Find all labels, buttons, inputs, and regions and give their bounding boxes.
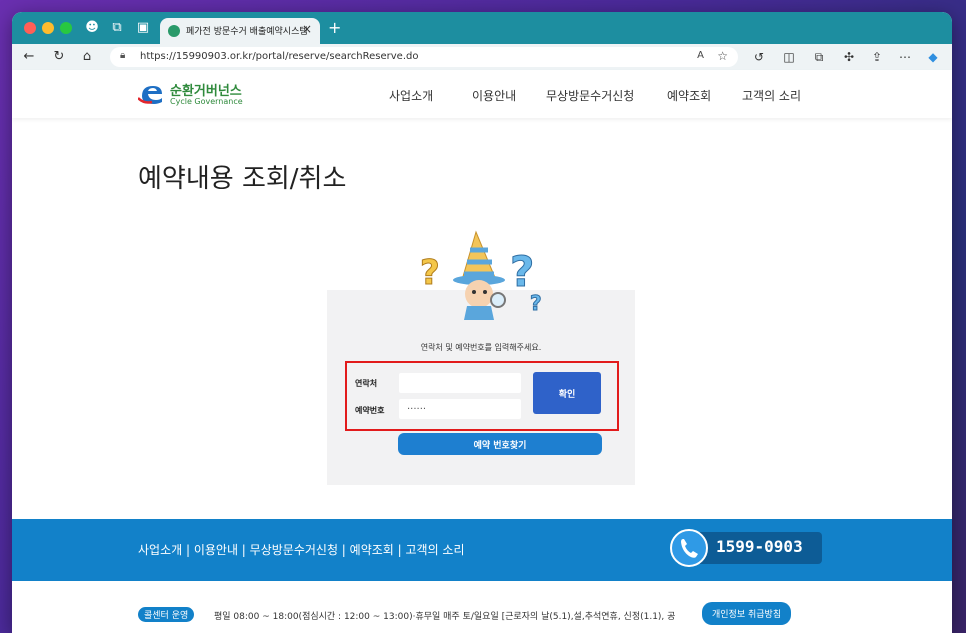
profile-avatar-icon[interactable]: ☻ — [82, 19, 102, 37]
split-screen-icon[interactable]: ◫ — [780, 48, 798, 66]
workspaces-icon[interactable]: ⧉ — [108, 19, 126, 37]
sub-footer: 콜센터 운영 평일 08:00 ~ 18:00(점심시간 : 12:00 ~ 1… — [12, 581, 952, 633]
refresh-page-icon[interactable]: ↺ — [750, 48, 768, 66]
minimize-window-button[interactable] — [42, 22, 54, 34]
tab-bar: ☻ ⧉ ▣ 폐가전 방문수거 배출예약시스템 × + — [12, 12, 952, 44]
browser-window: ☻ ⧉ ▣ 폐가전 방문수거 배출예약시스템 × + ← ↻ ⌂ 🔒︎ http… — [12, 12, 952, 633]
tab-active[interactable]: 폐가전 방문수거 배출예약시스템 × — [160, 18, 320, 44]
site-header: 순환거버넌스 Cycle Governance 사업소개 이용안내 무상방문수거… — [12, 70, 952, 118]
close-window-button[interactable] — [24, 22, 36, 34]
refresh-icon[interactable]: ↻ — [50, 48, 68, 66]
wizard-mascot-icon: ? ? ? — [420, 230, 542, 320]
web-page: 순환거버넌스 Cycle Governance 사업소개 이용안내 무상방문수거… — [12, 70, 952, 633]
phone-label: 연락처 — [355, 379, 378, 388]
read-aloud-icon[interactable]: A — [697, 50, 704, 61]
tab-actions-icon[interactable]: ▣ — [134, 19, 152, 37]
collections-icon[interactable]: ⧉ — [810, 48, 828, 66]
back-icon[interactable]: ← — [20, 48, 38, 66]
tab-close-icon[interactable]: × — [302, 22, 312, 36]
phone-input[interactable] — [399, 373, 521, 393]
address-bar: ← ↻ ⌂ 🔒︎ https://15990903.or.kr/portal/r… — [12, 44, 952, 71]
call-center-phone: 1599-0903 — [670, 529, 822, 567]
svg-text:?: ? — [420, 253, 440, 293]
extensions-icon[interactable]: ✣ — [840, 48, 858, 66]
reservation-number-label: 예약번호 — [355, 406, 385, 415]
zoom-window-button[interactable] — [60, 22, 72, 34]
lookup-form: 연락처 예약번호 확인 — [345, 361, 619, 431]
operating-hours: 평일 08:00 ~ 18:00(점심시간 : 12:00 ~ 13:00)·휴… — [214, 612, 676, 622]
nav-item-reservation-lookup[interactable]: 예약조회 — [667, 87, 711, 104]
phone-icon — [670, 529, 708, 567]
new-tab-button[interactable]: + — [328, 18, 341, 37]
phone-number: 1599-0903 — [716, 537, 803, 556]
privacy-policy-button[interactable]: 개인정보 취급방침 — [702, 602, 792, 625]
url-text: https://15990903.or.kr/portal/reserve/se… — [140, 51, 419, 62]
find-reservation-number-button[interactable]: 예약 번호찾기 — [398, 433, 602, 455]
home-icon[interactable]: ⌂ — [78, 48, 96, 66]
logo-mark-icon — [138, 86, 162, 104]
page-title: 예약내용 조회/취소 — [138, 164, 347, 194]
star-icon[interactable]: ☆ — [717, 49, 728, 63]
tab-title: 폐가전 방문수거 배출예약시스템 — [186, 27, 308, 37]
nav-item-customer-voice[interactable]: 고객의 소리 — [742, 87, 801, 104]
site-footer: 사업소개 | 이용안내 | 무상방문수거신청 | 예약조회 | 고객의 소리 1… — [12, 519, 952, 581]
instruction-text: 연락처 및 예약번호를 입력해주세요. — [420, 343, 542, 352]
svg-text:?: ? — [530, 291, 542, 315]
footer-nav[interactable]: 사업소개 | 이용안내 | 무상방문수거신청 | 예약조회 | 고객의 소리 — [138, 541, 465, 558]
nav-item-pickup-request[interactable]: 무상방문수거신청 — [546, 87, 634, 104]
copilot-icon[interactable]: ◆ — [924, 48, 942, 66]
confirm-button[interactable]: 확인 — [533, 372, 601, 414]
callcenter-badge: 콜센터 운영 — [138, 607, 195, 622]
nav-item-about[interactable]: 사업소개 — [389, 87, 433, 104]
share-icon[interactable]: ⇪ — [868, 48, 886, 66]
more-icon[interactable]: ⋯ — [896, 48, 914, 66]
svg-text:?: ? — [510, 247, 534, 296]
reservation-number-input[interactable] — [399, 399, 521, 419]
nav-item-guide[interactable]: 이용안내 — [472, 87, 516, 104]
url-field[interactable]: 🔒︎ https://15990903.or.kr/portal/reserve… — [110, 47, 738, 67]
logo-subtitle: Cycle Governance — [170, 97, 243, 106]
site-favicon-icon — [168, 25, 180, 37]
lock-icon[interactable]: 🔒︎ — [120, 50, 125, 61]
